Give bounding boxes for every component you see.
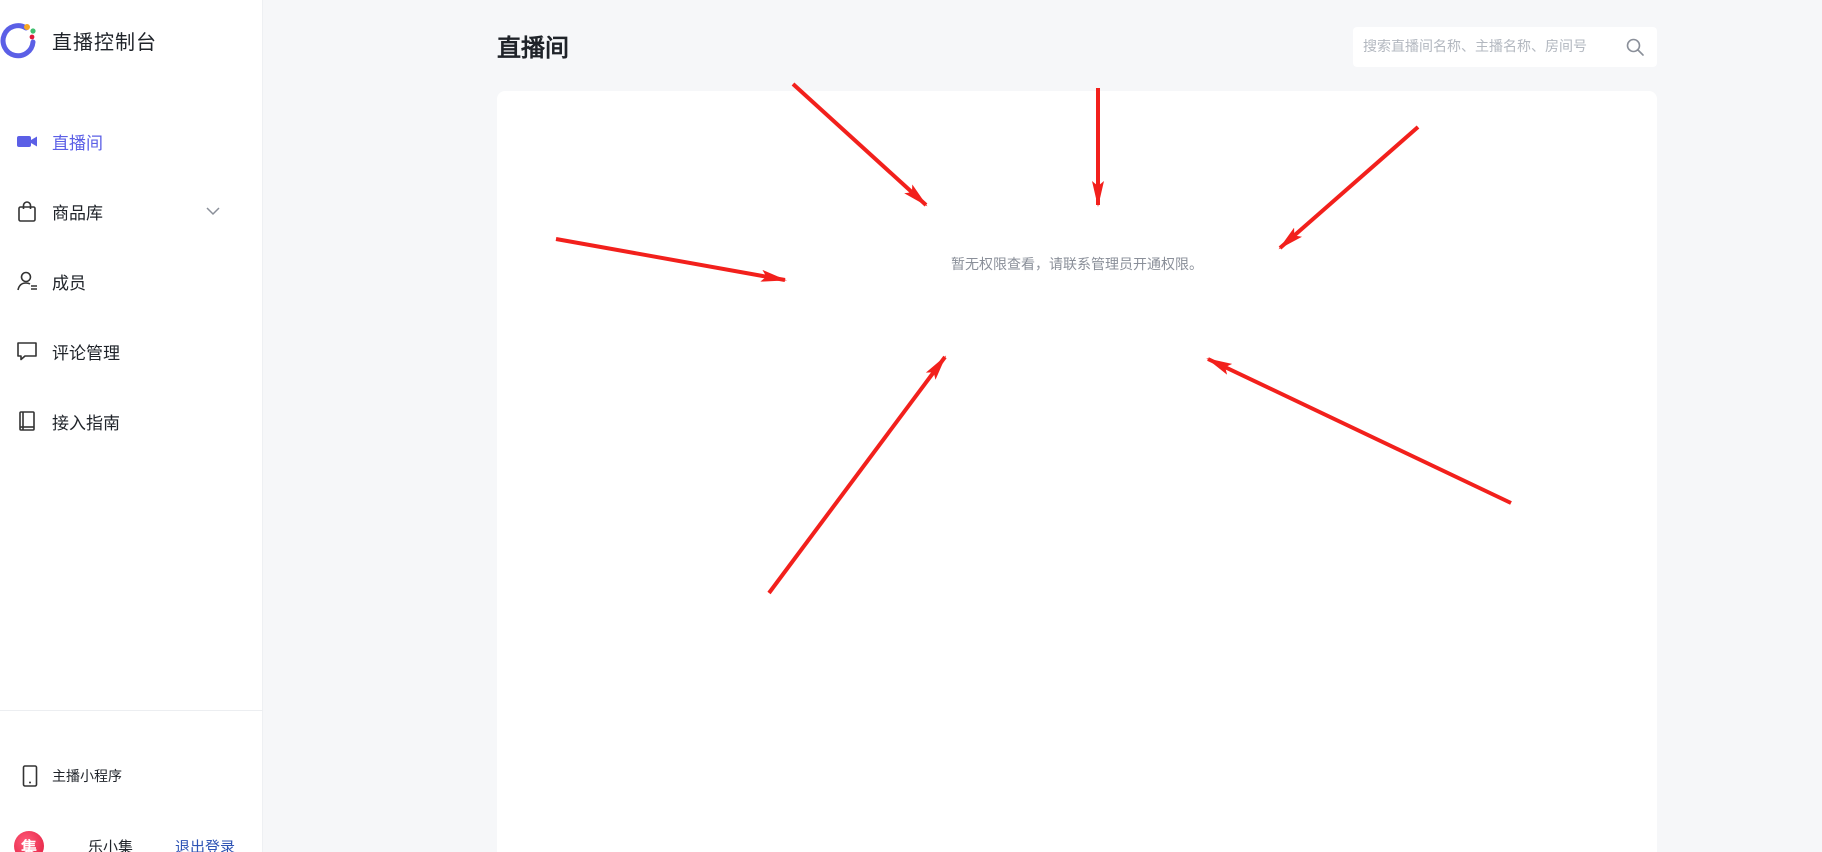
video-camera-icon: [16, 130, 38, 152]
user-info: 集 乐小集 退出登录: [14, 831, 235, 852]
mini-program-label: 主播小程序: [52, 769, 122, 785]
sidebar-item-label: 商品库: [52, 203, 103, 224]
search-input[interactable]: [1363, 39, 1613, 55]
empty-permission-message: 暂无权限查看，请联系管理员开通权限。: [951, 257, 1203, 273]
sidebar-item-access-guide[interactable]: 接入指南: [0, 386, 263, 456]
sidebar-nav: 直播间 商品库 成员 评论管理 接入指南: [0, 106, 263, 456]
sidebar-item-members[interactable]: 成员: [0, 246, 263, 316]
search-box: [1353, 27, 1657, 67]
chevron-down-icon[interactable]: [204, 202, 222, 220]
sidebar: 直播控制台 直播间 商品库 成员 评论管理 接入指南 主播小程序 集 乐小集 退…: [0, 0, 263, 852]
book-icon: [16, 410, 38, 432]
content-card: [497, 91, 1657, 852]
sidebar-item-comments[interactable]: 评论管理: [0, 316, 263, 386]
member-icon: [16, 270, 38, 292]
sidebar-item-product-library[interactable]: 商品库: [0, 176, 263, 246]
sidebar-divider: [0, 710, 263, 711]
comment-icon: [16, 340, 38, 362]
mini-program-link[interactable]: 主播小程序: [22, 763, 122, 789]
shopping-bag-icon: [16, 200, 38, 222]
sidebar-item-live-room[interactable]: 直播间: [0, 106, 263, 176]
logout-link[interactable]: 退出登录: [175, 836, 235, 852]
brand: 直播控制台: [0, 18, 157, 62]
search-icon[interactable]: [1625, 37, 1645, 57]
sidebar-item-label: 成员: [52, 273, 86, 294]
sidebar-item-label: 评论管理: [52, 343, 120, 364]
avatar[interactable]: 集: [14, 831, 44, 852]
sidebar-item-label: 接入指南: [52, 413, 120, 434]
page-title: 直播间: [497, 34, 569, 62]
sidebar-item-label: 直播间: [52, 133, 103, 154]
phone-icon: [22, 765, 38, 787]
brand-title: 直播控制台: [52, 29, 157, 54]
app-root: 直播控制台 直播间 商品库 成员 评论管理 接入指南 主播小程序 集 乐小集 退…: [0, 0, 1822, 852]
logo-icon: [0, 23, 36, 59]
user-name: 乐小集: [88, 837, 134, 852]
